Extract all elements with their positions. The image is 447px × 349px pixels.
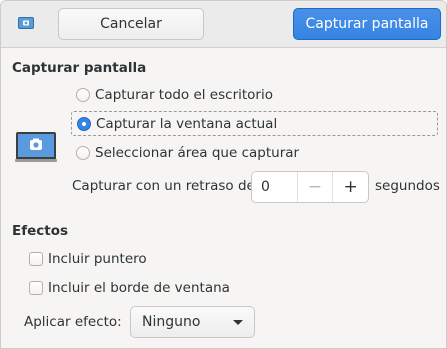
decrement-button[interactable]: − (296, 172, 333, 202)
radio-select-area[interactable]: Seleccionar área que capturar (71, 142, 299, 164)
checkbox-include-window-border[interactable]: Incluir el borde de ventana (29, 279, 230, 297)
effects-section-title: Efectos (12, 223, 69, 239)
radio-label: Capturar todo el escritorio (95, 87, 273, 103)
increment-button[interactable]: + (332, 172, 368, 202)
apply-effect-dropdown[interactable]: Ninguno (130, 306, 255, 338)
cancel-button[interactable]: Cancelar (58, 8, 204, 40)
capture-section-title: Capturar pantalla (12, 60, 147, 76)
radio-label: Capturar la ventana actual (96, 115, 278, 132)
radio-capture-current-window[interactable]: Capturar la ventana actual (71, 111, 438, 136)
dropdown-value: Ninguno (142, 314, 201, 330)
checkbox-include-pointer[interactable]: Incluir puntero (29, 250, 147, 268)
capture-screenshot-button[interactable]: Capturar pantalla (293, 8, 441, 40)
radio-button-checked[interactable] (77, 116, 91, 131)
delay-value-input[interactable]: 0 (252, 172, 297, 202)
delay-spinbutton[interactable]: 0 − + (251, 171, 369, 203)
screenshot-app-icon (18, 17, 34, 29)
checkbox[interactable] (29, 281, 43, 295)
headerbar: Cancelar Capturar pantalla (1, 1, 446, 48)
radio-capture-desktop[interactable]: Capturar todo el escritorio (71, 84, 273, 106)
radio-label: Seleccionar área que capturar (95, 145, 300, 161)
checkbox-label: Incluir puntero (48, 251, 147, 267)
delay-unit-label: segundos (375, 178, 440, 194)
delay-label: Capturar con un retraso de (72, 178, 255, 194)
radio-button[interactable] (76, 88, 90, 102)
apply-effect-label: Aplicar efecto: (24, 314, 122, 330)
chevron-down-icon (233, 320, 243, 325)
checkbox[interactable] (29, 252, 43, 266)
radio-button[interactable] (76, 146, 90, 160)
screenshot-dialog: Cancelar Capturar pantalla Capturar pant… (0, 0, 447, 349)
checkbox-label: Incluir el borde de ventana (48, 280, 230, 296)
screenshot-camera-icon (15, 129, 57, 163)
